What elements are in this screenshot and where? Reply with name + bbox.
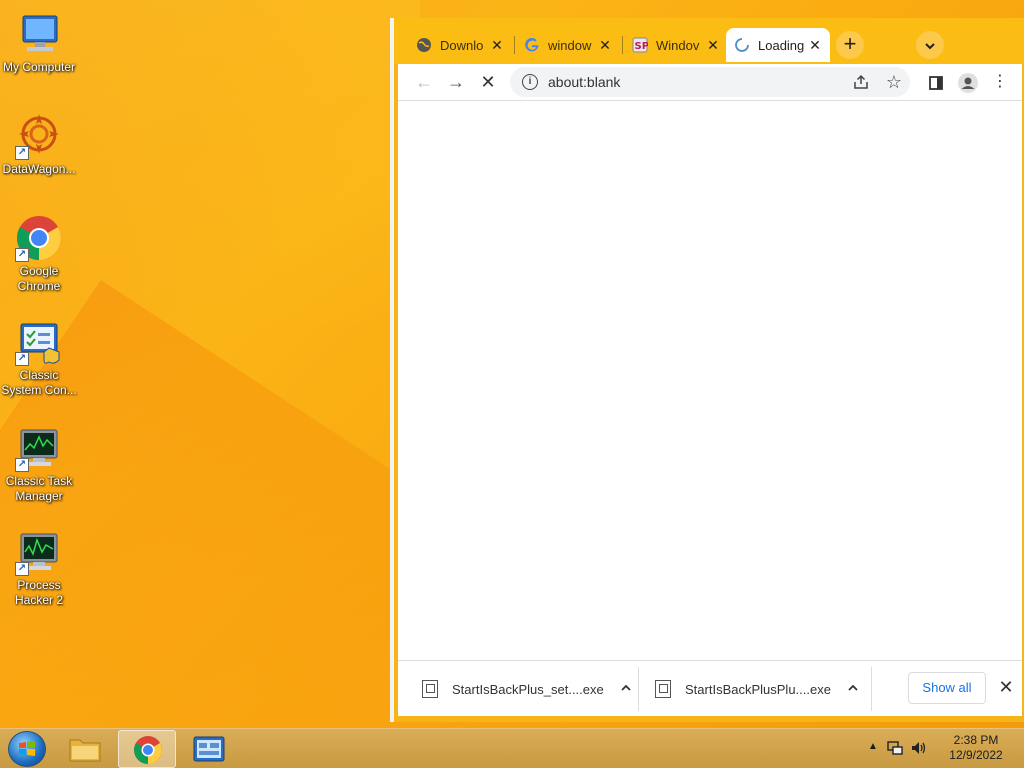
chrome-icon: ↗ [15, 214, 63, 262]
loading-spinner-icon [734, 37, 750, 53]
network-icon[interactable] [886, 739, 904, 760]
tab-downloads[interactable]: Downlo ✕ [408, 28, 512, 62]
back-button[interactable]: ← [412, 70, 436, 94]
control-panel-icon [193, 736, 225, 762]
close-downloads-bar-button[interactable]: ✕ [994, 675, 1018, 699]
taskbar: ▲ 2:38 PM 12/9/2022 [0, 728, 1024, 768]
tab-google-search[interactable]: window ✕ [516, 28, 620, 62]
chevron-up-icon[interactable] [847, 682, 859, 697]
desktop-icon-process-hacker[interactable]: ↗ Process Hacker 2 [0, 528, 78, 608]
desktop-icon-label: My Computer [2, 60, 76, 74]
download-item[interactable]: StartIsBackPlusPlu....exe [655, 661, 859, 717]
desktop-icon-classic-system-control[interactable]: ↗ Classic System Con... [0, 318, 78, 398]
shortcut-arrow-icon: ↗ [15, 562, 29, 576]
site-icon: SP [632, 37, 649, 53]
clock-date: 12/9/2022 [949, 748, 1003, 762]
tab-separator [622, 36, 623, 54]
desktop-icon-my-computer[interactable]: My Computer [0, 10, 78, 75]
address-text: about:blank [548, 74, 621, 90]
desktop-icon-label: DataWagon... [2, 162, 76, 176]
shortcut-arrow-icon: ↗ [15, 248, 29, 262]
back-arrow-icon: ← [415, 72, 433, 92]
chrome-icon [134, 736, 162, 764]
svg-text:SP: SP [635, 41, 649, 52]
new-tab-button[interactable]: + [836, 31, 864, 59]
desktop-icon-google-chrome[interactable]: ↗ Google Chrome [0, 214, 78, 294]
chrome-window: Downlo ✕ window ✕ SP Windov ✕ Loading ✕ … [390, 18, 1024, 722]
show-hidden-icons-icon[interactable]: ▲ [868, 741, 878, 752]
control-panel-icon: ↗ [15, 318, 63, 366]
side-panel-button[interactable] [924, 70, 948, 94]
chevron-down-icon [924, 38, 936, 52]
download-separator [638, 667, 639, 711]
download-filename: StartIsBackPlusPlu....exe [685, 681, 831, 697]
desktop-icon-label: Classic System Con... [1, 368, 77, 397]
close-tab-icon[interactable]: ✕ [808, 37, 822, 54]
download-filename: StartIsBackPlus_set....exe [452, 681, 604, 697]
taskbar-file-explorer[interactable] [56, 730, 114, 768]
close-icon: ✕ [480, 72, 496, 92]
desktop-icon-classic-task-manager[interactable]: ↗ Classic Task Manager [0, 424, 78, 504]
tab-separator [514, 36, 515, 54]
shortcut-arrow-icon: ↗ [15, 352, 29, 366]
tab-title: Loading [758, 37, 805, 53]
stop-loading-button[interactable]: ✕ [476, 70, 500, 94]
file-icon [422, 680, 438, 698]
tab-strip: Downlo ✕ window ✕ SP Windov ✕ Loading ✕ … [394, 18, 1024, 64]
shortcut-arrow-icon: ↗ [15, 458, 29, 472]
close-tab-icon[interactable]: ✕ [598, 37, 612, 54]
show-all-downloads-button[interactable]: Show all [908, 672, 986, 704]
shortcut-arrow-icon: ↗ [15, 146, 29, 160]
tab-windows[interactable]: SP Windov ✕ [624, 28, 728, 62]
bookmark-star-icon[interactable]: ☆ [886, 72, 902, 93]
windows-logo-icon [19, 741, 35, 756]
tab-search-button[interactable] [916, 31, 944, 59]
info-icon[interactable]: i [522, 74, 538, 90]
computer-icon [15, 10, 63, 58]
tab-title: Windov [656, 37, 700, 53]
start-button[interactable] [8, 731, 46, 767]
close-tab-icon[interactable]: ✕ [490, 37, 504, 54]
forward-arrow-icon: → [447, 72, 465, 92]
chevron-up-icon[interactable] [620, 682, 632, 697]
downloads-bar: StartIsBackPlus_set....exe StartIsBackPl… [398, 660, 1022, 716]
close-icon: ✕ [998, 677, 1014, 697]
tab-title: window [548, 37, 592, 53]
profile-button[interactable] [956, 70, 980, 94]
share-icon[interactable] [852, 73, 870, 94]
address-bar[interactable]: i about:blank ☆ [510, 67, 910, 97]
forward-button[interactable]: → [444, 70, 468, 94]
datawagon-icon: ↗ [15, 112, 63, 160]
browser-toolbar: ← → ✕ i about:blank ☆ ⋮ [398, 64, 1022, 100]
folder-icon [69, 739, 101, 762]
page-content[interactable] [398, 100, 1022, 660]
clock-time: 2:38 PM [953, 733, 999, 747]
taskbar-google-chrome[interactable] [118, 730, 176, 768]
avatar-icon [957, 72, 979, 94]
file-icon [655, 680, 671, 698]
desktop-icon-label: Google Chrome [17, 264, 61, 293]
desktop-icon-datawagon[interactable]: ↗ DataWagon... [0, 112, 78, 177]
google-icon [524, 37, 540, 53]
taskbar-control-panel[interactable] [180, 730, 238, 768]
volume-icon[interactable] [910, 739, 928, 760]
globe-icon [416, 37, 432, 53]
task-manager-icon: ↗ [15, 424, 63, 472]
clock[interactable]: 2:38 PM 12/9/2022 [946, 733, 1006, 763]
menu-button[interactable]: ⋮ [988, 70, 1012, 94]
system-tray: ▲ 2:38 PM 12/9/2022 [846, 729, 1006, 768]
download-item[interactable]: StartIsBackPlus_set....exe [422, 661, 632, 717]
download-separator [871, 667, 872, 711]
more-vert-icon: ⋮ [992, 73, 1008, 90]
tab-title: Downlo [440, 37, 484, 53]
desktop-icon-label: Process Hacker 2 [14, 578, 64, 607]
tab-loading[interactable]: Loading ✕ [726, 28, 830, 62]
desktop-icon-label: Classic Task Manager [5, 474, 73, 503]
side-panel-icon [928, 72, 944, 92]
close-tab-icon[interactable]: ✕ [706, 37, 720, 54]
process-hacker-icon: ↗ [15, 528, 63, 576]
